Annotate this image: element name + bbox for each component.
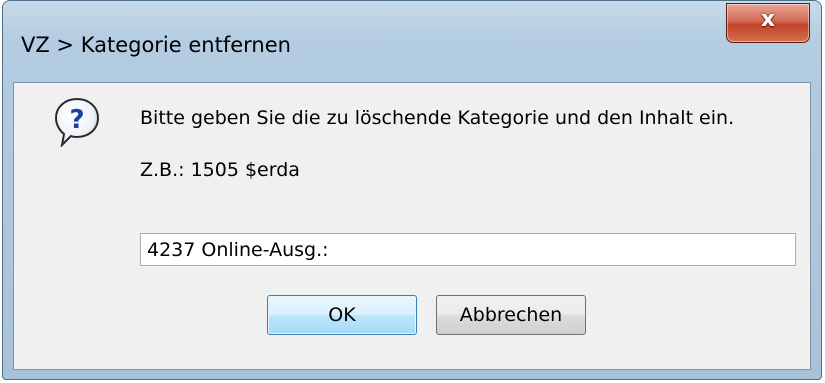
close-icon: x xyxy=(760,7,776,32)
question-icon: ? xyxy=(54,97,100,147)
dialog-body: ? Bitte geben Sie die zu löschende Kateg… xyxy=(13,82,811,370)
dialog-message: Bitte geben Sie die zu löschende Kategor… xyxy=(140,107,735,129)
close-button[interactable]: x xyxy=(726,3,810,43)
example-hint: Z.B.: 1505 $erda xyxy=(140,159,300,181)
window-title: VZ > Kategorie entfernen xyxy=(21,33,291,57)
title-bar[interactable]: VZ > Kategorie entfernen x xyxy=(3,1,821,81)
svg-text:?: ? xyxy=(69,105,84,135)
category-input[interactable] xyxy=(140,233,796,266)
ok-button[interactable]: OK xyxy=(267,295,417,335)
dialog-window: VZ > Kategorie entfernen x ? Bitte geben… xyxy=(2,0,822,380)
cancel-button[interactable]: Abbrechen xyxy=(436,295,586,335)
